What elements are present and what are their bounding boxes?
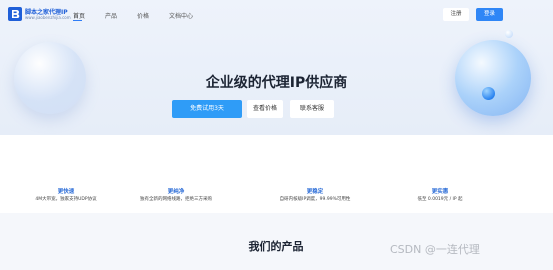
- decorative-sphere-tiny: [505, 30, 513, 38]
- decorative-sphere-small: [482, 87, 495, 100]
- register-button[interactable]: 注册: [443, 8, 469, 21]
- feature-title: 更稳定: [306, 189, 324, 195]
- free-trial-button[interactable]: 免费试用3天: [172, 100, 242, 118]
- brand-url: www.jiaobenzhijia.com: [25, 15, 71, 20]
- top-header: 脚本之家代理IP www.jiaobenzhijia.com 首页 产品 价格 …: [0, 0, 553, 28]
- features-section: 更快速 4M大带宽，独家支持UDP协议 更纯净 独有全新的网络线路，拒绝三方采购…: [0, 135, 553, 213]
- products-section-title: 我们的产品: [248, 240, 304, 253]
- nav-item-products[interactable]: 产品: [105, 11, 117, 20]
- feature-title: 更快速: [57, 189, 75, 195]
- decorative-sphere-right: [455, 40, 531, 116]
- view-pricing-button[interactable]: 查看价格: [247, 100, 283, 118]
- nav-item-home[interactable]: 首页: [73, 11, 85, 20]
- feature-affordable: 更实惠 低至 0.0019元 / IP 起: [385, 188, 495, 203]
- feature-stable: 更稳定 自研内核级IP调度，99.99%可用性: [260, 188, 370, 203]
- feature-title: 更纯净: [167, 189, 185, 195]
- contact-support-button[interactable]: 联系客服: [290, 100, 334, 118]
- login-button[interactable]: 登录: [476, 8, 503, 21]
- feature-desc: 低至 0.0019元 / IP 起: [417, 197, 463, 202]
- feature-desc: 自研内核级IP调度，99.99%可用性: [279, 197, 351, 202]
- feature-faster: 更快速 4M大带宽，独家支持UDP协议: [11, 188, 121, 203]
- nav-item-pricing[interactable]: 价格: [137, 11, 149, 20]
- decorative-sphere-left: [14, 42, 86, 114]
- nav-item-docs[interactable]: 文档中心: [169, 11, 193, 20]
- hero-section: 脚本之家代理IP www.jiaobenzhijia.com 首页 产品 价格 …: [0, 0, 553, 135]
- feature-desc: 4M大带宽，独家支持UDP协议: [35, 197, 97, 202]
- csdn-watermark: CSDN @一连代理: [390, 243, 480, 256]
- feature-desc: 独有全新的网络线路，拒绝三方采购: [140, 197, 212, 202]
- brand-logo-icon[interactable]: [8, 7, 22, 21]
- nav-active-indicator: [73, 20, 82, 21]
- feature-title: 更实惠: [431, 189, 449, 195]
- hero-title: 企业级的代理IP供应商: [205, 75, 348, 91]
- feature-cleaner: 更纯净 独有全新的网络线路，拒绝三方采购: [121, 188, 231, 203]
